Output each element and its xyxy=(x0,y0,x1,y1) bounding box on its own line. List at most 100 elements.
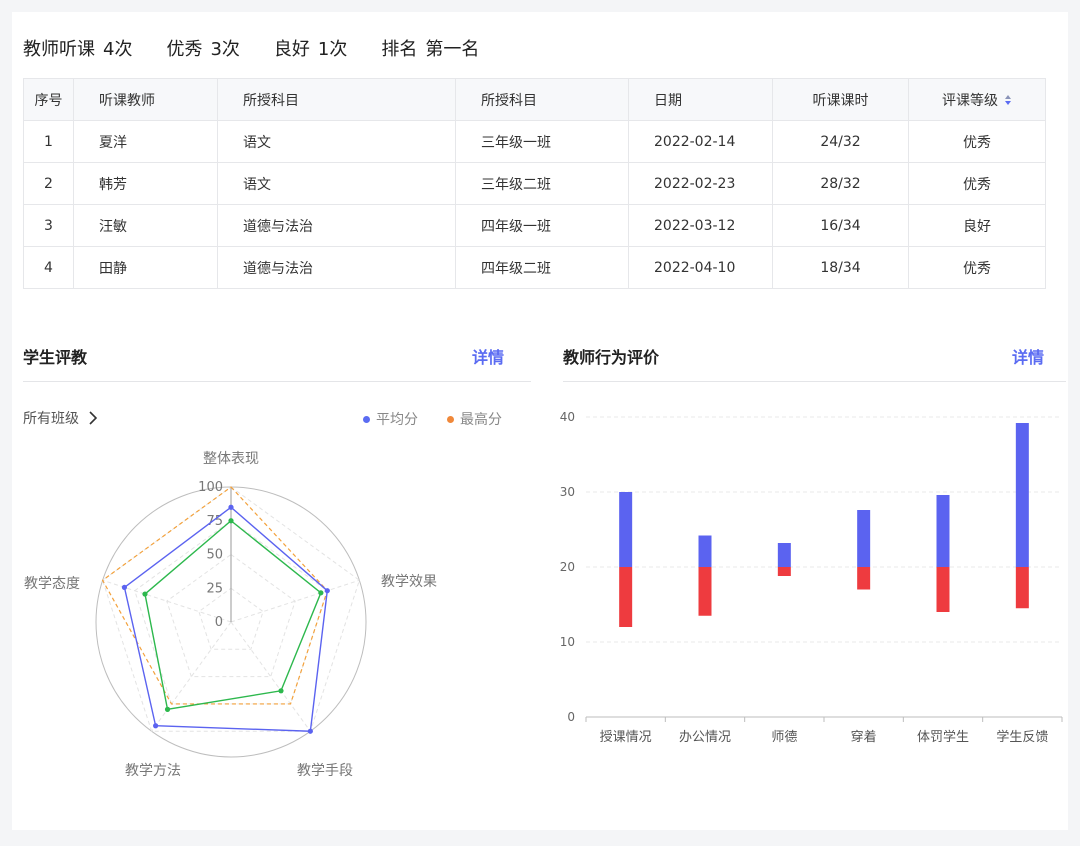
radar-tick-label: 100 xyxy=(198,480,223,495)
bar-lower xyxy=(857,567,871,590)
radar-point xyxy=(228,504,234,510)
summary-good: 良好 1次 xyxy=(273,39,348,60)
class-filter-label: 所有班级 xyxy=(23,411,79,427)
student-detail-link[interactable]: 详情 xyxy=(472,344,504,368)
teacher-panel-title: 教师行为评价 xyxy=(563,348,660,367)
bar-upper xyxy=(698,535,712,567)
cell-index: 2 xyxy=(23,162,74,205)
radar-axis-label: 教学态度 xyxy=(24,576,80,592)
cell-hours: 18/34 xyxy=(772,246,909,289)
radar-point xyxy=(324,588,330,594)
cell-teacher: 汪敏 xyxy=(73,204,218,247)
legend-dot-max xyxy=(447,415,454,423)
radar-axis-label: 教学效果 xyxy=(381,574,437,590)
col-class: 所授科目 xyxy=(455,78,629,121)
summary-bar: 教师听课 4次 优秀 3次 良好 1次 排名 第一名 xyxy=(23,36,513,60)
cell-date: 2022-02-23 xyxy=(628,162,773,205)
cell-index: 4 xyxy=(23,246,74,289)
bar-y-tick: 0 xyxy=(567,710,575,724)
lesson-table: 序号 听课教师 所授科目 所授科目 日期 听课课时 评课等级 1 夏洋 语文 三… xyxy=(23,78,1046,289)
table-header-row: 序号 听课教师 所授科目 所授科目 日期 听课课时 评课等级 xyxy=(23,78,1046,121)
radar-axis-label: 整体表现 xyxy=(203,451,259,467)
bar-category-label: 体罚学生 xyxy=(917,729,969,745)
bar-lower xyxy=(777,567,791,576)
bar-category-label: 学生反馈 xyxy=(996,729,1048,745)
radar-tick-label: 25 xyxy=(206,581,223,596)
cell-subject: 语文 xyxy=(217,162,456,205)
radar-axis-label: 教学方法 xyxy=(125,763,181,779)
cell-class: 三年级一班 xyxy=(455,120,629,163)
bar-lower xyxy=(698,567,712,616)
bar-upper xyxy=(1015,423,1029,567)
radar-tick-label: 50 xyxy=(206,548,223,563)
summary-rank: 排名 第一名 xyxy=(381,39,480,60)
cell-teacher: 田静 xyxy=(73,246,218,289)
cell-grade: 优秀 xyxy=(908,162,1046,205)
radar-point xyxy=(228,518,234,524)
radar-point xyxy=(142,591,148,597)
student-panel-divider xyxy=(23,381,531,382)
bar-lower xyxy=(619,567,633,627)
radar-point xyxy=(164,706,171,712)
radar-tick-label: 0 xyxy=(215,615,223,630)
bar-upper xyxy=(936,495,950,567)
cell-subject: 语文 xyxy=(217,120,456,163)
cell-teacher: 韩芳 xyxy=(73,162,218,205)
cell-teacher: 夏洋 xyxy=(73,120,218,163)
table-row: 1 夏洋 语文 三年级一班 2022-02-14 24/32 优秀 xyxy=(23,120,1046,163)
bar-y-tick: 10 xyxy=(560,635,575,649)
cell-date: 2022-03-12 xyxy=(628,204,773,247)
table-row: 4 田静 道德与法治 四年级二班 2022-04-10 18/34 优秀 xyxy=(23,246,1046,289)
sort-icon[interactable] xyxy=(1004,94,1012,106)
cell-hours: 24/32 xyxy=(772,120,909,163)
radar-point xyxy=(307,728,313,734)
cell-index: 1 xyxy=(23,120,74,163)
legend-average: 平均分 xyxy=(363,409,418,429)
cell-hours: 28/32 xyxy=(772,162,909,205)
student-panel-title: 学生评教 xyxy=(23,348,88,367)
bar-lower xyxy=(936,567,950,612)
radar-spoke-2 xyxy=(230,621,311,732)
bar-category-label: 办公情况 xyxy=(679,730,731,745)
radar-point xyxy=(318,590,324,596)
summary-excellent: 优秀 3次 xyxy=(166,39,240,60)
chevron-right-icon xyxy=(89,411,97,425)
radar-point xyxy=(278,688,284,694)
col-teacher: 听课教师 xyxy=(73,78,218,121)
col-subject: 所授科目 xyxy=(217,78,456,121)
behaviour-bar-chart: 0 10 20 30 40 授课情况 办公情况 师德 穿着 体罚学生 学生反馈 xyxy=(560,410,1063,745)
teacher-panel-divider xyxy=(563,381,1066,382)
bar-lower xyxy=(1015,567,1029,609)
cell-hours: 16/34 xyxy=(772,204,909,247)
legend-max: 最高分 xyxy=(447,409,502,429)
bar-y-tick: 40 xyxy=(560,410,575,424)
bar-upper xyxy=(619,492,633,567)
col-hours: 听课课时 xyxy=(772,78,909,121)
cell-class: 三年级二班 xyxy=(455,162,629,205)
cell-subject: 道德与法治 xyxy=(217,246,456,289)
bar-upper xyxy=(857,510,871,567)
summary-listen: 教师听课 4次 xyxy=(23,39,133,60)
col-date: 日期 xyxy=(628,78,773,121)
radar-axis-label: 教学手段 xyxy=(297,763,353,779)
cell-grade: 良好 xyxy=(908,204,1046,247)
radar-chart: 0255075100整体表现教学效果教学手段教学方法教学态度 xyxy=(24,451,437,779)
bar-y-tick: 30 xyxy=(560,485,575,499)
col-grade[interactable]: 评课等级 xyxy=(908,78,1046,121)
bar-y-tick: 20 xyxy=(560,560,575,574)
cell-index: 3 xyxy=(23,204,74,247)
cell-subject: 道德与法治 xyxy=(217,204,456,247)
class-filter[interactable]: 所有班级 xyxy=(23,408,97,428)
teacher-detail-link[interactable]: 详情 xyxy=(1012,344,1044,368)
cell-grade: 优秀 xyxy=(908,120,1046,163)
cell-class: 四年级一班 xyxy=(455,204,629,247)
bar-category-label: 师德 xyxy=(771,730,797,745)
cell-class: 四年级二班 xyxy=(455,246,629,289)
col-index: 序号 xyxy=(23,78,74,121)
cell-date: 2022-04-10 xyxy=(628,246,773,289)
bar-category-label: 授课情况 xyxy=(600,730,652,745)
radar-series-0 xyxy=(123,506,329,732)
radar-point xyxy=(121,584,128,590)
table-row: 3 汪敏 道德与法治 四年级一班 2022-03-12 16/34 良好 xyxy=(23,204,1046,247)
table-row: 2 韩芳 语文 三年级二班 2022-02-23 28/32 优秀 xyxy=(23,162,1046,205)
